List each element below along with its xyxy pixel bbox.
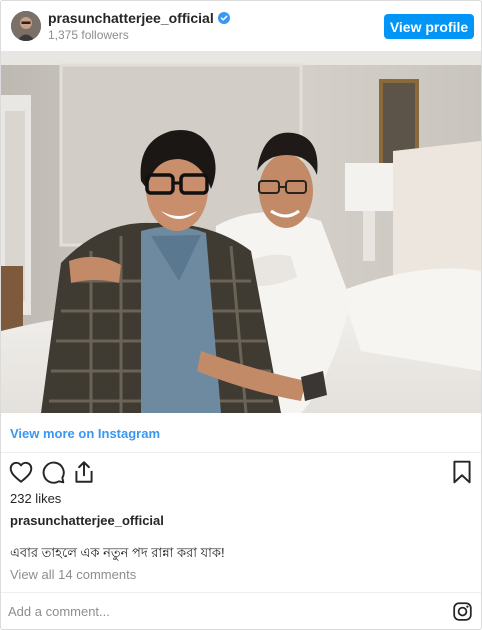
action-bar	[1, 459, 481, 485]
view-all-comments-link[interactable]: View all 14 comments	[10, 567, 136, 582]
comment-row	[1, 593, 481, 629]
caption-text: এবার তাহলে এক নতুন পদ রান্না করা যাক!	[10, 545, 225, 560]
follower-count: 1,375 followers	[48, 28, 129, 42]
username-row: prasunchatterjee_official	[48, 10, 230, 26]
divider	[1, 452, 481, 453]
username-link[interactable]: prasunchatterjee_official	[48, 10, 214, 26]
instagram-embed-card: prasunchatterjee_official 1,375 follower…	[0, 0, 482, 630]
add-comment-input[interactable]	[8, 602, 408, 620]
caption-username[interactable]: prasunchatterjee_official	[10, 513, 164, 528]
share-icon[interactable]	[71, 459, 97, 485]
view-profile-button[interactable]: View profile	[384, 14, 474, 39]
like-count[interactable]: 232 likes	[10, 491, 61, 506]
view-more-on-instagram-link[interactable]: View more on Instagram	[10, 426, 160, 441]
avatar[interactable]	[11, 11, 41, 41]
post-header: prasunchatterjee_official 1,375 follower…	[1, 1, 481, 51]
verified-badge-icon	[217, 12, 230, 24]
post-photo[interactable]	[1, 51, 481, 413]
heart-icon[interactable]	[8, 459, 34, 485]
comment-icon[interactable]	[40, 459, 66, 485]
instagram-icon[interactable]	[452, 601, 473, 622]
bookmark-icon[interactable]	[449, 459, 475, 485]
